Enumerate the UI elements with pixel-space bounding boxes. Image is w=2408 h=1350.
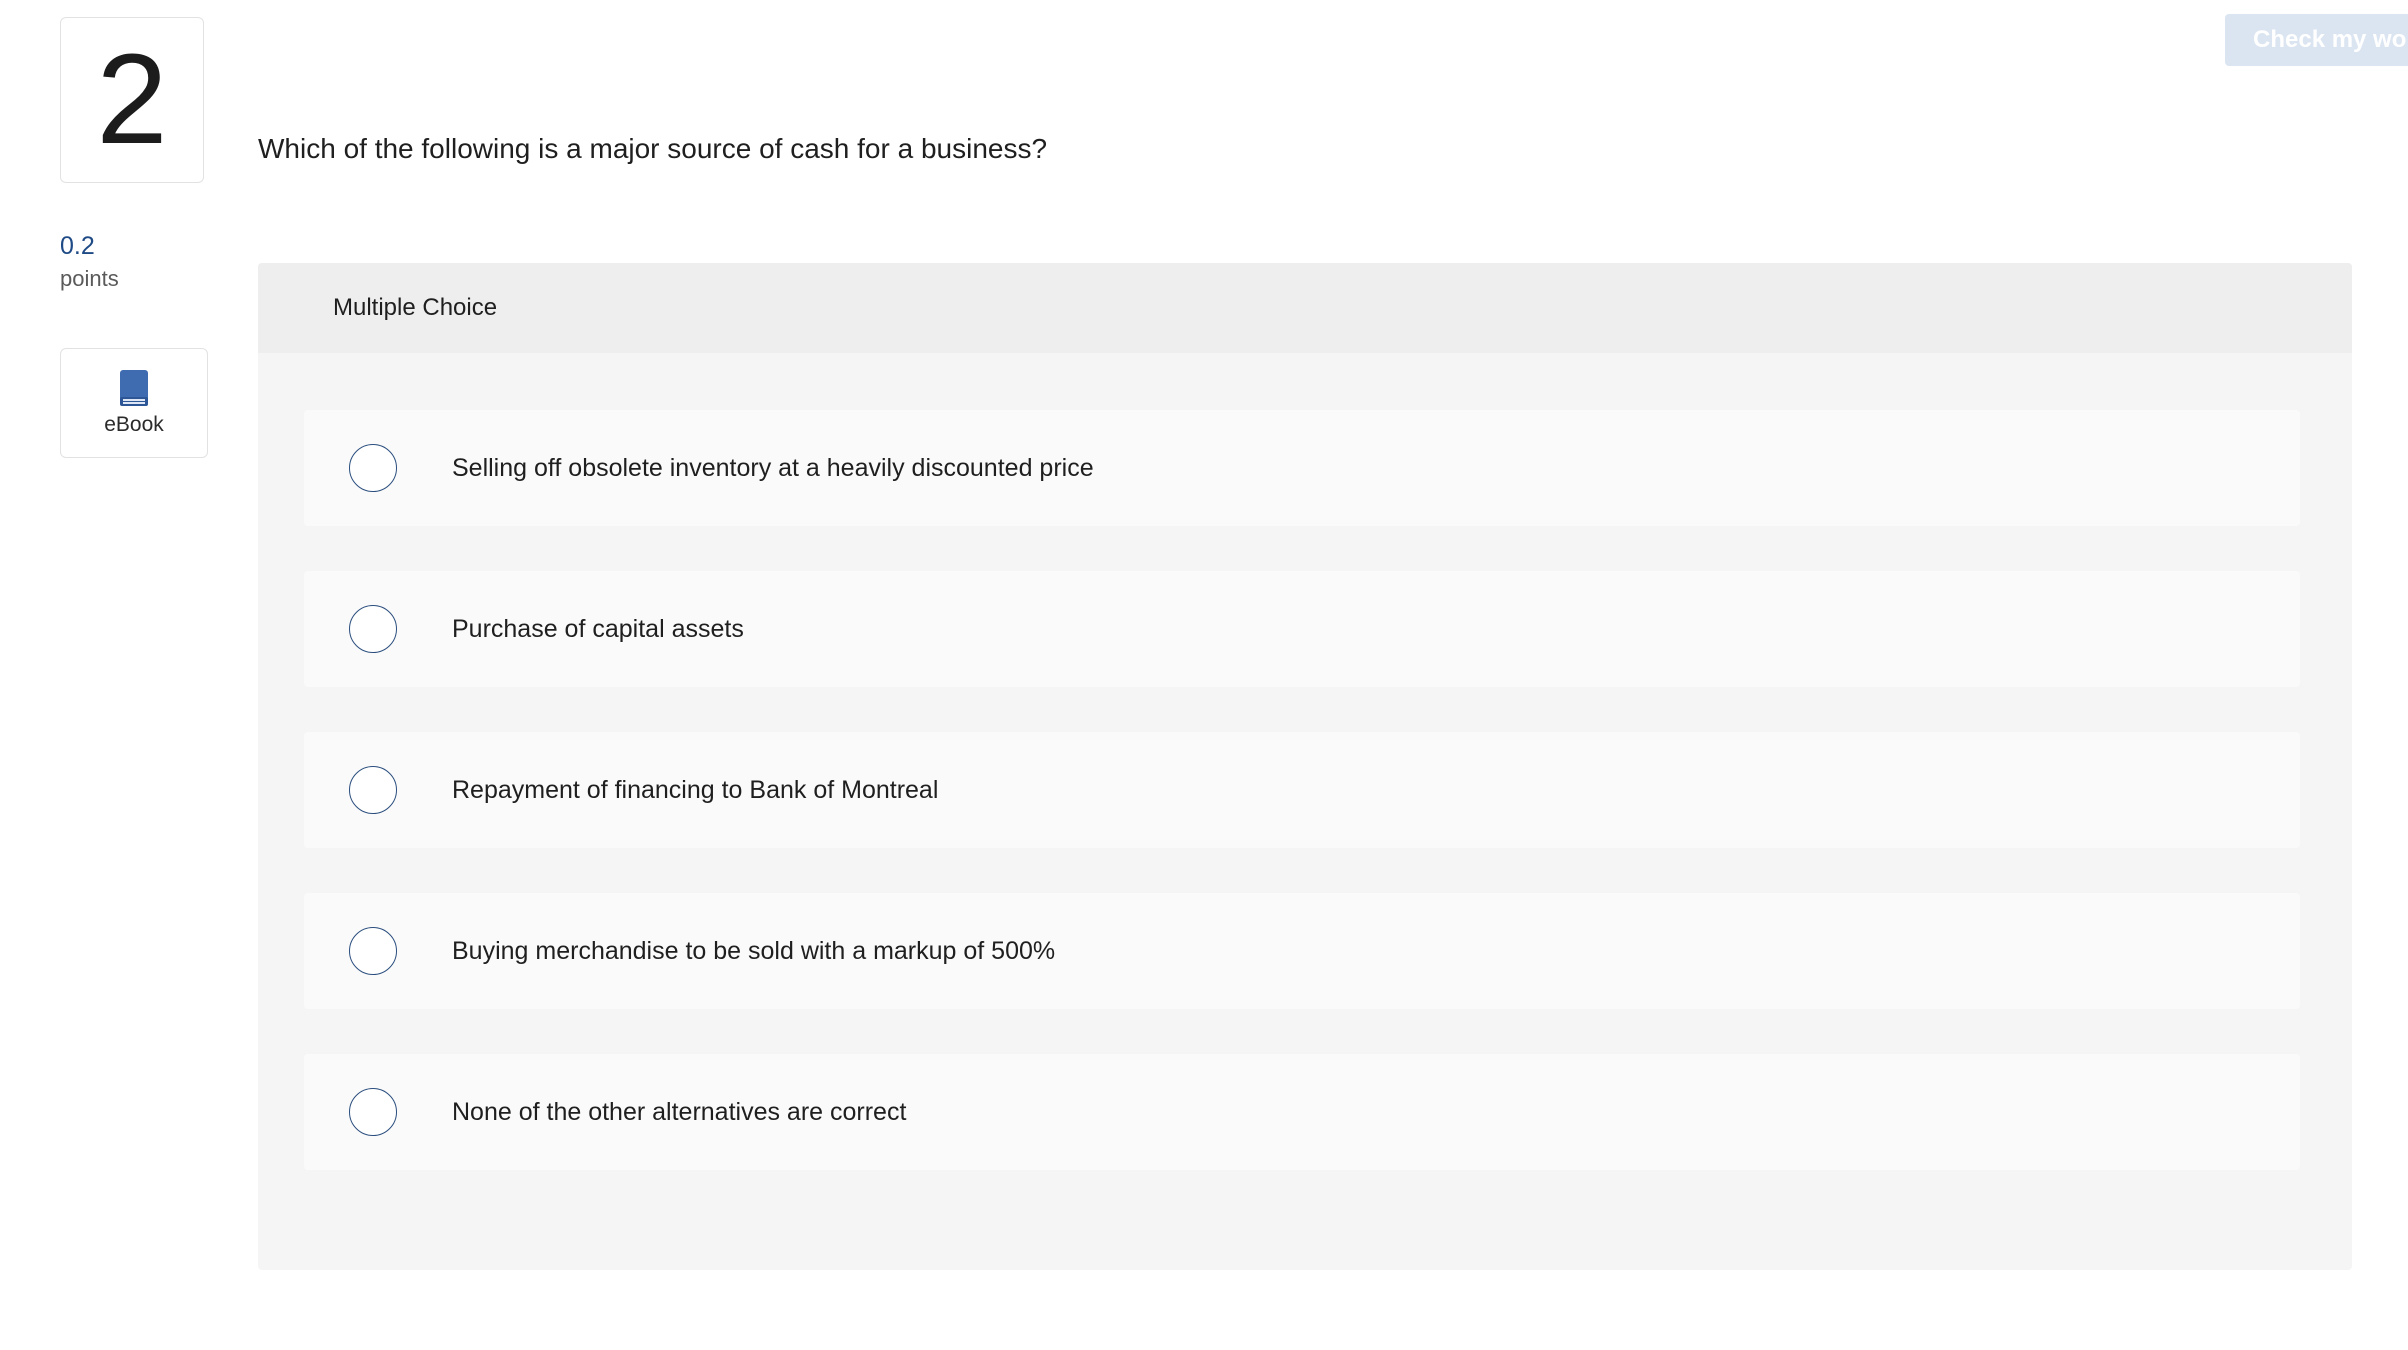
radio-button[interactable] xyxy=(349,1088,397,1136)
book-icon xyxy=(120,370,148,406)
question-number: 2 xyxy=(60,17,204,183)
ebook-button[interactable]: eBook xyxy=(60,348,208,458)
answer-option-label: Buying merchandise to be sold with a mar… xyxy=(452,936,1056,965)
radio-button[interactable] xyxy=(349,444,397,492)
radio-button[interactable] xyxy=(349,927,397,975)
answer-option[interactable]: Purchase of capital assets xyxy=(304,571,2300,687)
ebook-label: eBook xyxy=(104,413,164,436)
answer-option[interactable]: None of the other alternatives are corre… xyxy=(304,1054,2300,1170)
answer-option-label: Selling off obsolete inventory at a heav… xyxy=(452,453,1094,482)
multiple-choice-panel: Multiple Choice Selling off obsolete inv… xyxy=(258,263,2352,1270)
points-label: points xyxy=(60,266,119,291)
question-text: Which of the following is a major source… xyxy=(258,133,1048,164)
answer-option-label: Purchase of capital assets xyxy=(452,614,744,643)
check-my-work-button[interactable]: Check my work xyxy=(2225,14,2408,66)
answer-option[interactable]: Buying merchandise to be sold with a mar… xyxy=(304,893,2300,1009)
answer-option-label: Repayment of financing to Bank of Montre… xyxy=(452,775,939,804)
points-value: 0.2 xyxy=(60,232,95,260)
radio-button[interactable] xyxy=(349,766,397,814)
panel-header: Multiple Choice xyxy=(258,263,2352,353)
answer-option[interactable]: Repayment of financing to Bank of Montre… xyxy=(304,732,2300,848)
radio-button[interactable] xyxy=(349,605,397,653)
question-page: 2 0.2 points eBook Check my work Which o… xyxy=(0,0,2408,1350)
answer-option[interactable]: Selling off obsolete inventory at a heav… xyxy=(304,410,2300,526)
answer-options: Selling off obsolete inventory at a heav… xyxy=(304,410,2300,1215)
answer-option-label: None of the other alternatives are corre… xyxy=(452,1097,907,1126)
